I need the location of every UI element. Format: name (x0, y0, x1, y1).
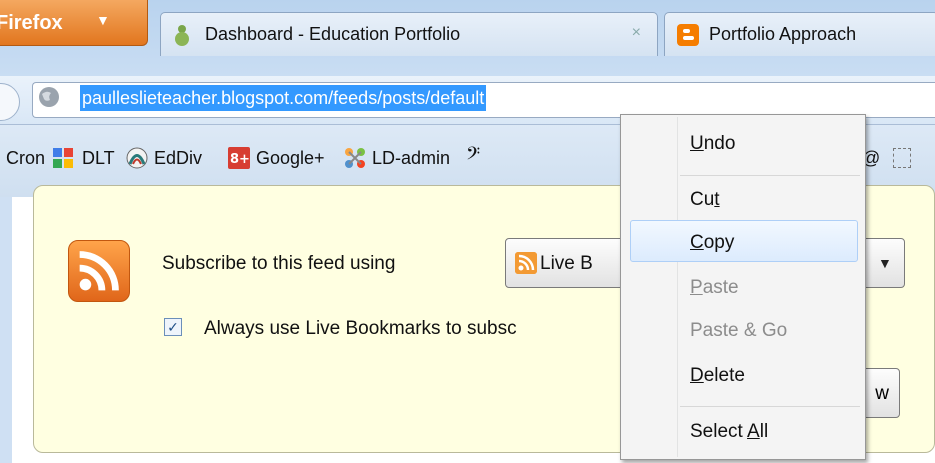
always-use-checkbox[interactable]: ✓ (164, 318, 182, 336)
figure-favicon-icon (175, 25, 189, 46)
rss-feed-icon (68, 240, 130, 302)
menu-item-undo[interactable]: Undo (690, 133, 735, 155)
subscribe-now-label: w (875, 383, 889, 404)
menu-separator (680, 406, 860, 407)
svg-text:8+: 8+ (230, 152, 250, 167)
bass-clef-icon: 𝄢 (466, 143, 481, 168)
tab-portfolio-approach[interactable]: Portfolio Approach (664, 12, 935, 56)
menu-item-copy[interactable]: Copy (690, 232, 734, 254)
placeholder-icon (893, 148, 911, 168)
joomla-icon (345, 148, 365, 168)
menu-item-paste[interactable]: Paste (690, 277, 739, 299)
chevron-down-icon[interactable]: ▼ (878, 255, 892, 271)
menu-item-cut[interactable]: Cut (690, 189, 720, 211)
url-text-selected[interactable]: paulleslieteacher.blogspot.com/feeds/pos… (80, 85, 487, 111)
menu-gutter (677, 117, 678, 457)
google-apps-icon (53, 148, 73, 168)
menu-item-select-all[interactable]: Select All (690, 421, 768, 443)
copy-highlight (630, 220, 858, 262)
firefox-menu-label: Firefox (0, 12, 63, 34)
subscribe-using-label: Subscribe to this feed using (162, 253, 396, 274)
bookmark-google-plus[interactable]: Google+ (256, 148, 325, 169)
close-tab-icon[interactable]: × (632, 24, 641, 42)
bookmark-ld-admin[interactable]: LD-admin (372, 148, 450, 169)
bookmark-eddiv[interactable]: EdDiv (154, 148, 202, 169)
blogger-icon (677, 24, 699, 46)
tab-title: Dashboard - Education Portfolio (205, 24, 461, 44)
context-menu (620, 114, 866, 460)
feed-reader-selected: Live B (540, 253, 593, 274)
tab-title: Portfolio Approach (709, 24, 857, 44)
google-plus-icon: 8+ (228, 147, 250, 169)
firefox-menu-button[interactable]: Firefox ▼ (0, 0, 148, 46)
tab-dashboard[interactable]: Dashboard - Education Portfolio × (160, 12, 658, 56)
menu-item-delete[interactable]: Delete (690, 365, 745, 387)
bookmark-cron[interactable]: Cron (6, 148, 45, 169)
live-bookmarks-icon (515, 252, 537, 274)
globe-icon (39, 87, 59, 107)
arch-icon (126, 147, 148, 169)
chevron-down-icon: ▼ (96, 12, 110, 28)
back-button[interactable] (0, 83, 20, 121)
menu-item-paste-and-go[interactable]: Paste & Go (690, 320, 787, 342)
menu-separator (680, 175, 860, 176)
bookmark-dlt[interactable]: DLT (82, 148, 115, 169)
always-use-label: Always use Live Bookmarks to subsc (204, 318, 517, 339)
